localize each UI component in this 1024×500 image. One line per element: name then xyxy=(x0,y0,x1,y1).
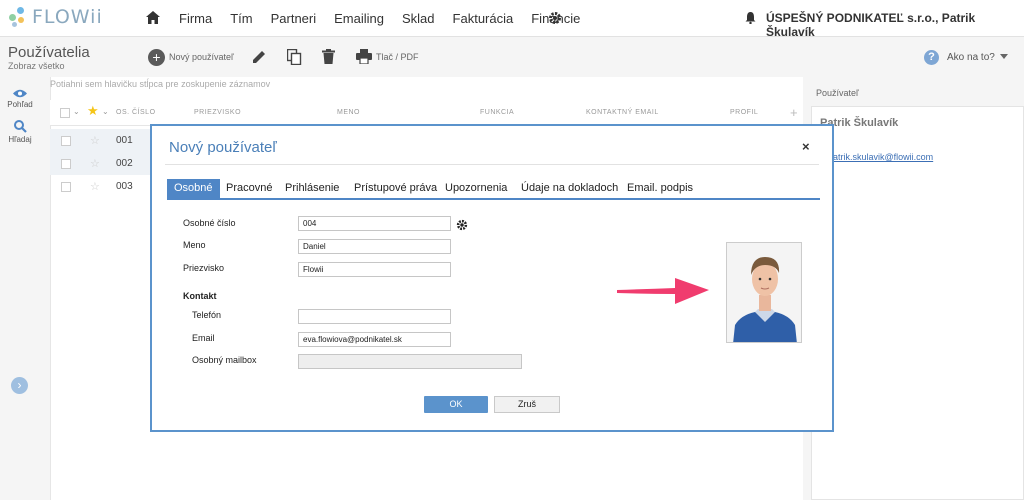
group-drop-zone[interactable]: Potiahni sem hlavičku stĺpca pre zoskupe… xyxy=(50,79,270,89)
search-icon xyxy=(13,120,27,133)
home-icon[interactable] xyxy=(146,11,160,27)
last-name-label: Priezvisko xyxy=(183,263,225,273)
chevron-down-icon[interactable] xyxy=(1000,54,1008,59)
left-rail: Pohľad Hľadaj › xyxy=(0,77,40,500)
tab-osobne[interactable]: Osobné xyxy=(167,179,220,198)
tab-prihlasenie[interactable]: Prihlásenie xyxy=(278,179,346,198)
logo-mark-icon xyxy=(8,6,28,28)
eye-icon xyxy=(13,89,27,98)
page-filter-label[interactable]: Zobraz všetko xyxy=(8,61,65,71)
select-all-checkbox[interactable] xyxy=(60,108,70,118)
mailbox-label: Osobný mailbox xyxy=(192,355,257,365)
row-checkbox[interactable] xyxy=(61,136,71,146)
row-number: 001 xyxy=(116,135,133,146)
new-user-dialog: Nový používateľ × Osobné Pracovné Prihlá… xyxy=(150,124,834,432)
email-label: Email xyxy=(192,333,215,343)
first-name-field[interactable] xyxy=(298,239,451,254)
nav-item-emailing[interactable]: Emailing xyxy=(334,11,384,26)
chevron-down-icon[interactable]: ⌄ xyxy=(102,107,109,116)
chevron-down-icon[interactable]: ⌄ xyxy=(73,107,80,116)
first-name-label: Meno xyxy=(183,240,206,250)
nav-item-fakturacia[interactable]: Fakturácia xyxy=(453,11,514,26)
table-row[interactable]: ☆ 003 xyxy=(50,175,150,198)
star-icon[interactable]: ☆ xyxy=(90,134,100,147)
rail-view-label: Pohľad xyxy=(7,100,33,109)
column-header-number[interactable]: OS. ČÍSLO xyxy=(116,109,156,116)
ok-button[interactable]: OK xyxy=(424,396,488,413)
pencil-icon[interactable] xyxy=(252,49,267,67)
rail-search[interactable]: Hľadaj xyxy=(0,120,40,144)
new-user-button[interactable]: Nový používateľ xyxy=(169,52,234,62)
add-icon[interactable]: + xyxy=(148,49,165,66)
row-checkbox[interactable] xyxy=(61,159,71,169)
last-name-field[interactable] xyxy=(298,262,451,277)
phone-label: Telefón xyxy=(192,310,222,320)
bell-icon[interactable] xyxy=(745,12,756,27)
column-header-email[interactable]: KONTAKTNÝ EMAIL xyxy=(586,109,659,116)
dialog-title: Nový používateľ xyxy=(169,139,277,156)
personal-number-label: Osobné číslo xyxy=(183,218,236,228)
row-number: 003 xyxy=(116,181,133,192)
star-icon[interactable]: ☆ xyxy=(90,180,100,193)
settings-gear-icon[interactable] xyxy=(456,219,468,234)
table-row[interactable]: ☆ 002 xyxy=(50,152,150,175)
tab-email-podpis[interactable]: Email. podpis xyxy=(620,179,700,198)
nav-item-partneri[interactable]: Partneri xyxy=(271,11,317,26)
user-detail-email[interactable]: patrik.skulavik@flowii.com xyxy=(828,152,933,162)
column-header-function[interactable]: FUNKCIA xyxy=(480,109,514,116)
nav-item-sklad[interactable]: Sklad xyxy=(402,11,435,26)
star-icon[interactable]: ☆ xyxy=(90,157,100,170)
app-logo[interactable]: FLOWii xyxy=(8,6,103,28)
tab-pracovne[interactable]: Pracovné xyxy=(219,179,279,198)
printer-icon[interactable] xyxy=(356,49,372,67)
grid-header: ⌄ ★ ⌄ OS. ČÍSLO PRIEZVISKO MENO FUNKCIA … xyxy=(50,100,803,126)
row-checkbox[interactable] xyxy=(61,182,71,192)
copy-icon[interactable] xyxy=(286,48,302,68)
column-header-surname[interactable]: PRIEZVISKO xyxy=(194,109,241,116)
nav-item-tim[interactable]: Tím xyxy=(230,11,252,26)
user-photo[interactable] xyxy=(726,242,802,343)
print-button[interactable]: Tlač / PDF xyxy=(376,52,419,62)
help-icon[interactable]: ? xyxy=(924,50,939,65)
help-link[interactable]: Ako na to? xyxy=(947,52,995,63)
star-icon[interactable]: ★ xyxy=(87,103,99,119)
user-detail-panel xyxy=(811,106,1024,500)
gear-icon[interactable] xyxy=(548,11,562,28)
right-panel-title: Používateľ xyxy=(816,88,859,98)
email-field[interactable] xyxy=(298,332,451,347)
company-name[interactable]: ÚSPEŠNÝ PODNIKATEĽ s.r.o., Patrik Škulav… xyxy=(766,11,1024,39)
arrow-icon xyxy=(617,276,709,311)
main-nav: Firma Tím Partneri Emailing Sklad Faktur… xyxy=(179,11,598,26)
chevron-right-icon[interactable]: › xyxy=(11,377,28,394)
logo-text: FLOWii xyxy=(32,6,103,28)
tab-upozornenia[interactable]: Upozornenia xyxy=(438,179,514,198)
row-number: 002 xyxy=(116,158,133,169)
column-header-profile[interactable]: PROFIL xyxy=(730,109,758,116)
rail-search-label: Hľadaj xyxy=(8,135,32,144)
page-title: Používatelia xyxy=(8,44,90,61)
phone-field[interactable] xyxy=(298,309,451,324)
tab-udaje-na-dokladoch[interactable]: Údaje na dokladoch xyxy=(514,179,625,198)
close-icon[interactable]: × xyxy=(802,139,810,154)
top-navbar: FLOWii Firma Tím Partneri Emailing Sklad… xyxy=(0,0,1024,39)
dialog-tabs: Osobné Pracovné Prihlásenie Prístupové p… xyxy=(167,179,820,200)
add-column-icon[interactable]: + xyxy=(790,105,798,120)
dialog-divider xyxy=(165,164,819,165)
personal-number-field[interactable] xyxy=(298,216,451,231)
mailbox-field xyxy=(298,354,522,369)
cancel-button[interactable]: Zruš xyxy=(494,396,560,413)
contact-section-title: Kontakt xyxy=(183,291,217,301)
nav-item-firma[interactable]: Firma xyxy=(179,11,212,26)
column-header-name[interactable]: MENO xyxy=(337,109,360,116)
toolbar: Používatelia Zobraz všetko + Nový použív… xyxy=(0,37,1024,77)
table-row[interactable]: ☆ 001 xyxy=(50,129,150,152)
tab-pristupove-prava[interactable]: Prístupové práva xyxy=(347,179,444,198)
trash-icon[interactable] xyxy=(322,49,335,67)
rail-view[interactable]: Pohľad xyxy=(0,89,40,109)
